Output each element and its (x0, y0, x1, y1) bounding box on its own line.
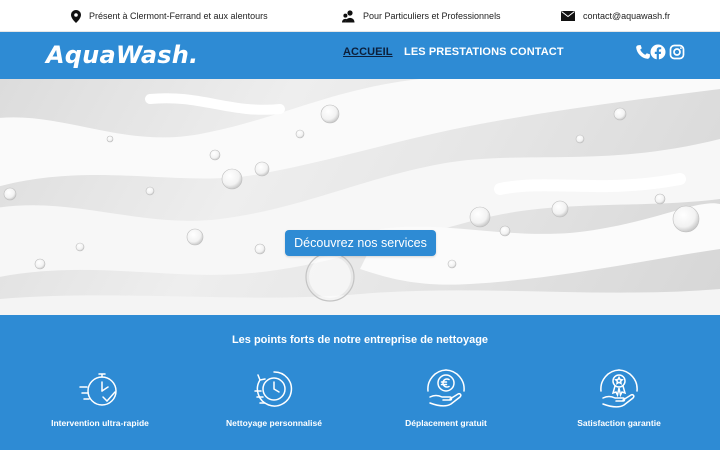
feature-label: Satisfaction garantie (577, 418, 661, 428)
site-logo[interactable]: AquaWash. (46, 36, 198, 74)
feature-item: Satisfaction garantie (539, 367, 699, 428)
feature-item: Déplacement gratuit (366, 367, 526, 428)
phone-icon[interactable] (635, 44, 651, 60)
envelope-icon (561, 11, 575, 21)
features-section: Les points forts de notre entreprise de … (0, 315, 720, 450)
instagram-icon[interactable] (669, 44, 685, 60)
feature-item: Intervention ultra-rapide (20, 367, 180, 428)
users-icon (342, 9, 355, 22)
foam-background-image (0, 79, 720, 315)
main-header: AquaWash. ACCUEIL LES PRESTATIONS CONTAC… (0, 32, 720, 79)
clients-text: Pour Particuliers et Professionnels (363, 11, 501, 21)
clients-info: Pour Particuliers et Professionnels (342, 0, 501, 32)
email-link[interactable]: contact@aquawash.fr (583, 11, 670, 21)
euro-hand-icon (427, 369, 465, 407)
location-pin-icon (71, 9, 81, 23)
feature-item: Nettoyage personnalisé (194, 367, 354, 428)
award-hand-icon (600, 369, 638, 408)
feature-label: Intervention ultra-rapide (51, 418, 149, 428)
hero-banner: Découvrez nos services (0, 79, 720, 315)
location-info: Présent à Clermont-Ferrand et aux alento… (71, 0, 268, 32)
feature-label: Déplacement gratuit (405, 418, 487, 428)
feature-label: Nettoyage personnalisé (226, 418, 322, 428)
nav-accueil[interactable]: ACCUEIL (343, 46, 393, 58)
discover-services-button[interactable]: Découvrez nos services (285, 230, 436, 256)
top-info-bar: Présent à Clermont-Ferrand et aux alento… (0, 0, 720, 32)
nav-contact[interactable]: CONTACT (510, 46, 564, 58)
fast-stopwatch-icon (79, 373, 117, 406)
custom-clock-icon (254, 371, 293, 407)
facebook-icon[interactable] (650, 44, 666, 60)
features-title: Les points forts de notre entreprise de … (231, 334, 489, 346)
location-text: Présent à Clermont-Ferrand et aux alento… (89, 11, 268, 21)
email-info[interactable]: contact@aquawash.fr (561, 0, 670, 32)
nav-prestations[interactable]: LES PRESTATIONS (404, 46, 507, 58)
